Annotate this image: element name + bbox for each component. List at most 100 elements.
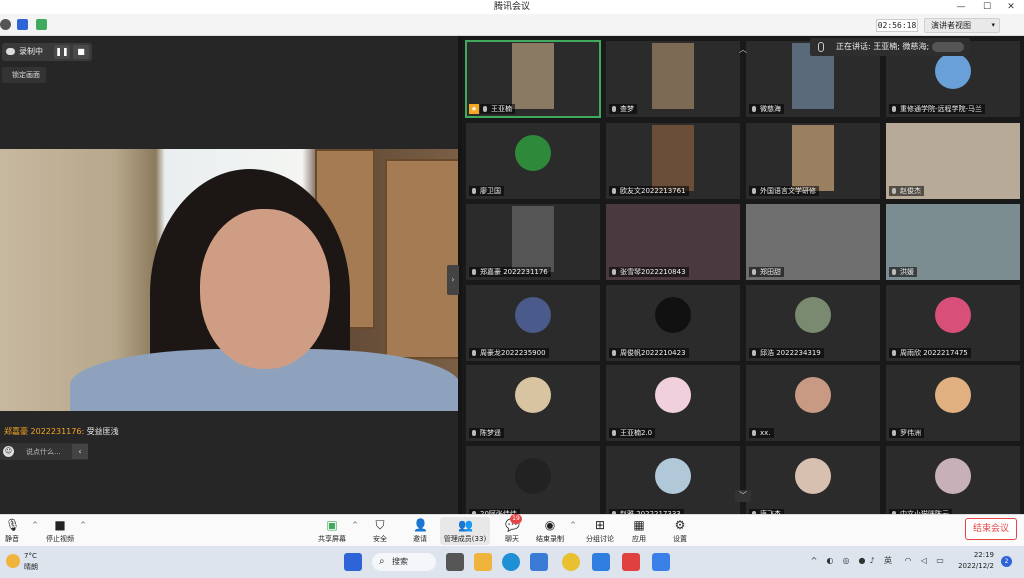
microphone-tray-icon[interactable]: ♪	[864, 555, 880, 567]
stop-video-button[interactable]: ■ 停止视频 ^	[40, 517, 86, 545]
security-label: 安全	[373, 535, 387, 543]
maximize-button[interactable]: ☐	[976, 0, 998, 14]
wifi-icon[interactable]: ◠	[902, 555, 914, 567]
participant-grid: 王亚楠 ★ 查梦 微慈海 重修通学院-远程学院-马兰 廖卫国 欧友文2022213761 外国…	[462, 36, 1024, 522]
taskbar-search[interactable]: 搜索	[372, 553, 436, 571]
file-explorer-icon[interactable]	[474, 553, 492, 571]
mute-button[interactable]: 🎙 静音 ^	[0, 517, 38, 545]
wps-icon[interactable]	[622, 553, 640, 571]
chat-input-placeholder[interactable]: 说点什么...	[26, 447, 61, 457]
participant-tile[interactable]: 郑田甜	[746, 204, 880, 280]
collapse-chat-button[interactable]: ‹	[72, 444, 88, 459]
chat-message-text: 受益匪浅	[86, 427, 119, 436]
participant-tile[interactable]: 查梦	[606, 41, 740, 117]
participant-name: 查梦	[609, 104, 637, 114]
view-mode-button[interactable]: 演讲者视图 ▾	[924, 18, 1000, 33]
participant-tile[interactable]: 20阿张佳佳	[466, 446, 600, 522]
participant-tile[interactable]: 廖卫国	[466, 123, 600, 199]
shield-icon[interactable]	[17, 19, 28, 30]
invite-label: 邀请	[413, 535, 427, 543]
settings-button[interactable]: ⚙ 设置	[660, 517, 700, 545]
participant-tile[interactable]: 欧友文2022213761	[606, 123, 740, 199]
cloud-icon	[6, 48, 15, 55]
security-button[interactable]: ⛉ 安全	[360, 517, 400, 545]
chat-input-row[interactable]: ☺ 说点什么... ‹	[0, 443, 88, 460]
participant-avatar	[655, 377, 691, 413]
recording-label: 录制中	[19, 47, 43, 56]
chrome-icon[interactable]	[562, 553, 580, 571]
participant-tile[interactable]: 罗伟洲	[886, 365, 1020, 441]
stop-recording-button[interactable]: ■	[73, 45, 89, 59]
chevron-up-icon[interactable]: ^	[352, 521, 358, 529]
main-speaker-area: 录制中 ❚❚ ■ 锁定画面 郑嘉豪 2022231176: 受益匪浅 ☺ 说点什…	[0, 36, 460, 514]
participant-tile[interactable]: 周俊帆2022210423	[606, 285, 740, 361]
participant-tile[interactable]: 邱浩 2022234319	[746, 285, 880, 361]
participant-tile[interactable]: 张雪琴2022210843	[606, 204, 740, 280]
pin-view-button[interactable]: 锁定画面	[2, 67, 46, 83]
share-screen-label: 共享屏幕	[318, 535, 346, 543]
apps-button[interactable]: ▦ 应用	[619, 517, 659, 545]
edge-icon[interactable]	[502, 553, 520, 571]
emoji-icon[interactable]: ☺	[3, 446, 14, 457]
share-screen-button[interactable]: ▣ 共享屏幕 ^	[312, 517, 358, 545]
manage-members-button[interactable]: 👥 管理成员(33)	[440, 517, 490, 545]
participant-tile[interactable]: xx.	[746, 365, 880, 441]
temperature: 7°C	[24, 552, 37, 560]
chat-message: 郑嘉豪 2022231176: 受益匪浅	[4, 426, 119, 437]
speaking-indicator: 正在讲话: 王亚楠; 微慈海;	[810, 38, 970, 56]
participant-avatar	[515, 135, 551, 171]
participant-tile[interactable]: 赵俊杰	[886, 123, 1020, 199]
invite-button[interactable]: 👤 邀请	[400, 517, 440, 545]
participant-tile[interactable]: 唐飞杰	[746, 446, 880, 522]
shield-icon: ⛉	[375, 518, 385, 532]
mute-label: 静音	[5, 535, 19, 543]
participant-tile[interactable]: 陈梦遥	[466, 365, 600, 441]
participant-tile[interactable]: 洪媛	[886, 204, 1020, 280]
start-icon[interactable]	[344, 553, 362, 571]
taskbar-clock[interactable]: 22:19 2022/12/2	[952, 550, 994, 572]
participant-avatar	[515, 377, 551, 413]
breakout-button[interactable]: ⊞ 分组讨论	[580, 517, 620, 545]
participant-avatar	[935, 458, 971, 494]
participant-tile[interactable]: 王亚楠2.0	[606, 365, 740, 441]
signal-icon[interactable]	[36, 19, 47, 30]
participant-video	[512, 43, 554, 109]
pause-recording-button[interactable]: ❚❚	[54, 45, 70, 59]
chevron-up-icon[interactable]: ^	[570, 521, 576, 529]
close-window-button[interactable]: ✕	[1000, 0, 1022, 14]
scroll-down-button[interactable]: ﹀	[735, 490, 751, 502]
members-icon: 👥	[458, 518, 473, 532]
participant-tile[interactable]: 外国语言文学研修	[746, 123, 880, 199]
chevron-down-icon: ▾	[991, 21, 995, 29]
chevron-up-icon[interactable]: ^	[808, 555, 820, 567]
participant-tile[interactable]: 周豪龙2022235900	[466, 285, 600, 361]
task-view-icon[interactable]	[446, 553, 464, 571]
participant-tile[interactable]: 赵雅 2022217333	[606, 446, 740, 522]
chevron-up-icon[interactable]: ^	[32, 521, 38, 529]
participant-avatar	[935, 377, 971, 413]
participant-name: 外国语言文学研修	[749, 186, 819, 196]
chevron-up-icon[interactable]: ^	[80, 521, 86, 529]
expand-panel-button[interactable]: ›	[447, 265, 459, 295]
window-title: 腾讯会议	[493, 2, 530, 12]
participant-tile[interactable]: 王亚楠 ★	[465, 40, 601, 118]
participant-tile[interactable]: 中文小猫咪陈云	[886, 446, 1020, 522]
end-meeting-button[interactable]: 结束会议	[965, 518, 1017, 540]
weather-widget[interactable]: 7°C 晴朗	[6, 551, 66, 573]
info-icon[interactable]	[0, 19, 11, 30]
scroll-up-button[interactable]: ︿	[737, 44, 749, 54]
notification-badge[interactable]: 2	[1001, 556, 1012, 567]
participant-tile[interactable]: 周雨欣 2022217475	[886, 285, 1020, 361]
end-recording-button[interactable]: ◉ 结束录制 ^	[530, 517, 576, 545]
store-icon[interactable]	[530, 553, 548, 571]
tray-app-icon[interactable]: ◎	[840, 555, 852, 567]
photos-icon[interactable]	[592, 553, 610, 571]
participant-tile[interactable]: 郑嘉豪 2022231176	[466, 204, 600, 280]
participant-avatar	[935, 297, 971, 333]
tray-app-icon[interactable]: ◐	[824, 555, 836, 567]
tencent-meeting-icon[interactable]	[652, 553, 670, 571]
ime-indicator[interactable]: 英	[882, 555, 894, 567]
minimize-button[interactable]: —	[950, 0, 972, 14]
volume-icon[interactable]: ◁	[918, 555, 930, 567]
battery-icon[interactable]: ▭	[934, 555, 946, 567]
